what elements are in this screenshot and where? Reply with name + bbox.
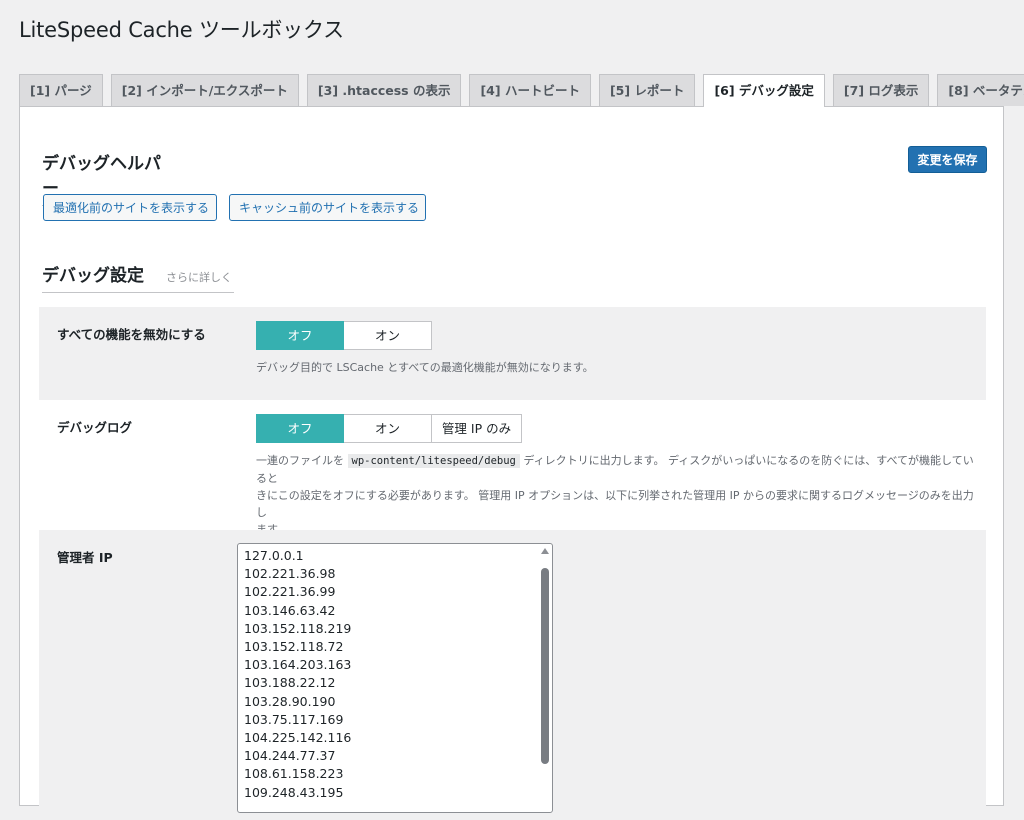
ip-entry: 103.146.63.42 xyxy=(244,602,336,618)
tab-beta-test[interactable]: [8] ベータテスト xyxy=(937,74,1024,106)
ip-entry: 103.28.90.190 xyxy=(244,693,336,709)
tab-report[interactable]: [5] レポート xyxy=(598,74,696,106)
disable-all-description: デバッグ目的で LSCache とすべての最適化機能が無効になります。 xyxy=(256,361,594,374)
admin-ip-textarea[interactable]: 127.0.0.1 102.221.36.98 102.221.36.99 10… xyxy=(237,543,553,813)
ip-entry: 103.152.118.72 xyxy=(244,639,344,655)
debug-log-desc-line2: きにこの設定をオフにする必要があります。 管理用 IP オプションは、以下に列挙… xyxy=(256,489,974,519)
tab-debug-settings[interactable]: [6] デバッグ設定 xyxy=(703,74,825,107)
debug-log-admin-ip-only-option[interactable]: 管理 IP のみ xyxy=(432,414,522,443)
ip-entry: 104.225.142.116 xyxy=(244,730,352,746)
debug-log-label: デバッグログ xyxy=(57,420,133,435)
ip-entry: 127.0.0.1 xyxy=(244,548,304,563)
debug-path-code: wp-content/litespeed/debug xyxy=(347,454,520,468)
debug-log-on-option[interactable]: オン xyxy=(344,414,432,443)
debug-settings-heading: デバッグ設定 さらに詳しく xyxy=(42,261,234,293)
tab-htaccess[interactable]: [3] .htaccess の表示 xyxy=(306,74,462,106)
scroll-up-arrow-icon[interactable] xyxy=(541,548,549,554)
ip-entry: 103.188.22.12 xyxy=(244,675,336,691)
disable-all-off-option[interactable]: オフ xyxy=(256,321,344,350)
debug-log-off-option[interactable]: オフ xyxy=(256,414,344,443)
ip-entry: 103.152.118.219 xyxy=(244,620,352,636)
ip-entry: 109.248.43.195 xyxy=(244,784,344,800)
tab-heartbeat[interactable]: [4] ハートビート xyxy=(469,74,591,106)
disable-all-toggle: オフ オン xyxy=(256,321,432,350)
ip-entry: 102.221.36.98 xyxy=(244,566,336,582)
view-before-optimization-button[interactable]: 最適化前のサイトを表示する xyxy=(43,194,217,221)
page-title: LiteSpeed Cache ツールボックス xyxy=(19,18,344,42)
ip-entry: 104.244.77.37 xyxy=(244,748,336,764)
disable-all-on-option[interactable]: オン xyxy=(344,321,432,350)
disable-all-label: すべての機能を無効にする xyxy=(57,327,206,342)
admin-ip-label: 管理者 IP xyxy=(57,550,113,565)
ip-entry: 102.221.36.99 xyxy=(244,584,336,600)
debug-log-desc-pre: 一連のファイルを xyxy=(256,454,344,467)
admin-ip-list: 127.0.0.1 102.221.36.98 102.221.36.99 10… xyxy=(244,547,351,802)
tab-bar: [1] パージ [2] インポート/エクスポート [3] .htaccess の… xyxy=(19,74,1024,107)
scrollbar-thumb[interactable] xyxy=(541,568,549,764)
ip-list-scrollbar[interactable] xyxy=(540,546,550,812)
save-changes-button[interactable]: 変更を保存 xyxy=(908,146,987,173)
disable-all-row: すべての機能を無効にする オフ オン デバッグ目的で LSCache とすべての… xyxy=(39,307,986,400)
tab-log-view[interactable]: [7] ログ表示 xyxy=(832,74,930,106)
ip-entry: 103.75.117.169 xyxy=(244,711,344,727)
learn-more-link[interactable]: さらに詳しく xyxy=(166,271,232,284)
debug-settings-title: デバッグ設定 xyxy=(42,266,144,286)
debug-log-toggle: オフ オン 管理 IP のみ xyxy=(256,414,522,443)
ip-entry: 108.61.158.223 xyxy=(244,766,344,782)
ip-entry: 103.164.203.163 xyxy=(244,657,352,673)
debug-log-description: 一連のファイルを wp-content/litespeed/debug ディレク… xyxy=(256,452,976,538)
view-before-cache-button[interactable]: キャッシュ前のサイトを表示する xyxy=(229,194,426,221)
debug-log-row: デバッグログ オフ オン 管理 IP のみ 一連のファイルを wp-conten… xyxy=(39,400,986,536)
tab-import-export[interactable]: [2] インポート/エクスポート xyxy=(110,74,299,106)
tab-purge[interactable]: [1] パージ xyxy=(19,74,103,106)
